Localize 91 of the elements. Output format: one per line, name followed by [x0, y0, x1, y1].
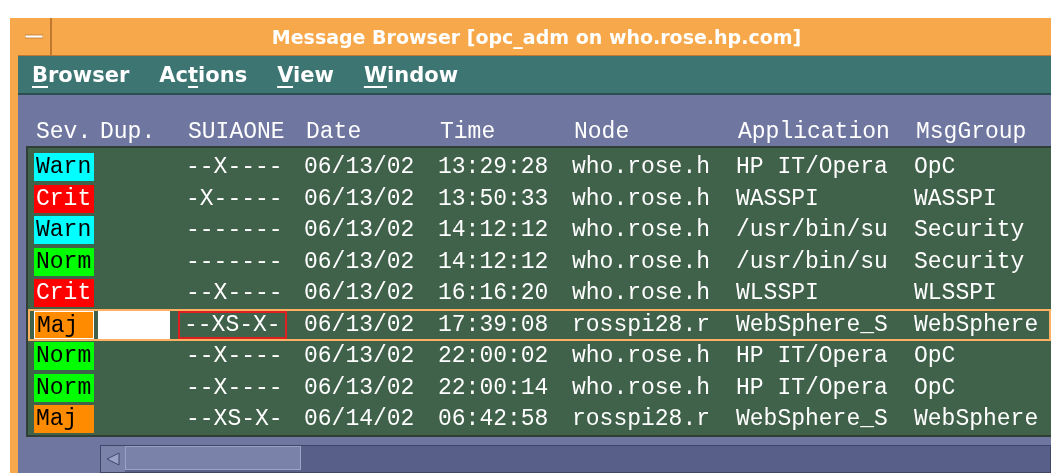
time-cell-text: 22:00:02	[438, 343, 550, 370]
message-group-cell-text: WebSphere	[914, 311, 1040, 338]
column-header[interactable]: Application	[738, 119, 916, 146]
time-cell-text: 13:50:33	[438, 185, 550, 212]
time-cell-text: 14:12:12	[438, 248, 550, 275]
node-cell-text: who.rose.h	[572, 154, 712, 181]
application-cell-text: HP IT/Opera	[736, 343, 889, 370]
menu-item[interactable]: View	[277, 62, 334, 87]
flags-cell-text: --XS-X-	[186, 406, 284, 433]
date-cell-text: 06/13/02	[304, 217, 416, 244]
date-cell-text: 06/13/02	[304, 185, 416, 212]
application-cell-text: WLSSPI	[736, 280, 820, 307]
severity-label: Norm	[34, 247, 94, 276]
message-group-cell-text: Security	[914, 248, 1026, 275]
column-header[interactable]: Date	[306, 119, 440, 146]
message-row[interactable]: Warn ------- 06/13/02 14:12:12 who.rose.h /usr/bin/su Security	[28, 214, 1051, 246]
message-row[interactable]: Crit --X---- 06/13/02 16:16:20 who.rose.h WLSSPI WLSSPI	[28, 277, 1051, 309]
menu-item[interactable]: Actions	[159, 62, 248, 87]
application-cell-text: HP IT/Opera	[736, 154, 889, 181]
message-group-cell-text: OpC	[914, 374, 957, 401]
message-group-cell-text: Security	[914, 217, 1026, 244]
column-header[interactable]: Sev.	[36, 119, 100, 146]
application-cell-text: /usr/bin/su	[736, 217, 889, 244]
message-row[interactable]: Norm --X---- 06/13/02 22:00:14 who.rose.h HP IT/Opera OpC	[28, 372, 1051, 404]
selection-highlight	[98, 310, 170, 339]
severity-label: Norm	[34, 342, 94, 371]
message-row[interactable]: Maj --XS-X- 06/13/02 17:39:08 rosspi28.r WebSphere_S WebSphere	[28, 309, 1051, 341]
message-group-cell-text: OpC	[914, 154, 957, 181]
node-cell-text: who.rose.h	[572, 185, 712, 212]
message-row[interactable]: Crit -X----- 06/13/02 13:50:33 who.rose.h WASSPI WASSPI	[28, 183, 1051, 215]
node-cell-text: who.rose.h	[572, 343, 712, 370]
severity-label: Crit	[34, 279, 94, 308]
minimize-icon	[25, 33, 43, 40]
message-row[interactable]: Norm ------- 06/13/02 14:12:12 who.rose.h /usr/bin/su Security	[28, 246, 1051, 278]
message-group-cell-text: WebSphere	[914, 406, 1040, 433]
node-cell-text: rosspi28.r	[572, 406, 712, 433]
horizontal-scrollbar[interactable]	[100, 445, 1051, 473]
flags-cell-text: --X----	[186, 374, 284, 401]
left-arrow-icon	[106, 452, 120, 466]
node-cell-text: who.rose.h	[572, 217, 712, 244]
message-group-cell-text: WLSSPI	[914, 280, 998, 307]
column-header[interactable]: Time	[440, 119, 574, 146]
flags-cell-text: -------	[186, 248, 284, 275]
date-cell-text: 06/13/02	[304, 311, 416, 338]
time-cell-text: 22:00:14	[438, 374, 550, 401]
flags-cell-text: --X----	[186, 343, 284, 370]
severity-label: Warn	[34, 216, 94, 245]
flags-cell-text: --X----	[186, 280, 284, 307]
column-header[interactable]: Dup.	[100, 119, 188, 146]
date-cell-text: 06/13/02	[304, 343, 416, 370]
scroll-left-button[interactable]	[101, 446, 125, 472]
message-row[interactable]: Maj --XS-X- 06/14/02 06:42:58 rosspi28.r WebSphere_S WebSphere	[28, 403, 1051, 435]
message-group-cell-text: OpC	[914, 343, 957, 370]
time-cell-text: 14:12:12	[438, 217, 550, 244]
date-cell-text: 06/13/02	[304, 280, 416, 307]
date-cell-text: 06/13/02	[304, 154, 416, 181]
flags-cell-text: -X-----	[186, 185, 284, 212]
flags-cell-text: -------	[186, 217, 284, 244]
time-cell-text: 06:42:58	[438, 406, 550, 433]
severity-label: Norm	[34, 373, 94, 402]
date-cell-text: 06/13/02	[304, 248, 416, 275]
menu-item[interactable]: Window	[363, 62, 459, 87]
application-cell-text: WebSphere_S	[736, 311, 889, 338]
severity-label: Warn	[34, 153, 94, 182]
severity-label: Maj	[34, 310, 94, 339]
date-cell-text: 06/13/02	[304, 374, 416, 401]
time-cell-text: 13:29:28	[438, 154, 550, 181]
message-group-cell-text: WASSPI	[914, 185, 998, 212]
application-cell-text: WASSPI	[736, 185, 820, 212]
severity-label: Maj	[34, 405, 94, 434]
column-header[interactable]: SUIAONE	[188, 119, 306, 146]
message-row[interactable]: Norm --X---- 06/13/02 22:00:02 who.rose.h HP IT/Opera OpC	[28, 340, 1051, 372]
flags-cell-text: --X----	[186, 154, 284, 181]
date-cell-text: 06/14/02	[304, 406, 416, 433]
message-row[interactable]: Warn --X---- 06/13/02 13:29:28 who.rose.h HP IT/Opera OpC	[28, 151, 1051, 183]
node-cell-text: rosspi28.r	[572, 311, 712, 338]
application-cell-text: /usr/bin/su	[736, 248, 889, 275]
application-cell-text: WebSphere_S	[736, 406, 889, 433]
flags-cell: --XS-X-	[178, 310, 287, 339]
node-cell-text: who.rose.h	[572, 248, 712, 275]
severity-label: Crit	[34, 184, 94, 213]
application-cell-text: HP IT/Opera	[736, 374, 889, 401]
scrollbar-thumb[interactable]	[125, 446, 301, 470]
node-cell-text: who.rose.h	[572, 280, 712, 307]
column-header[interactable]: MsgGroup	[916, 119, 1046, 146]
menu-item[interactable]: Browser	[32, 62, 130, 87]
window-title: Message Browser [opc_adm on who.rose.hp.com]	[270, 25, 803, 48]
time-cell-text: 16:16:20	[438, 280, 550, 307]
time-cell-text: 17:39:08	[438, 311, 550, 338]
node-cell-text: who.rose.h	[572, 374, 712, 401]
column-header[interactable]: Node	[574, 119, 738, 146]
